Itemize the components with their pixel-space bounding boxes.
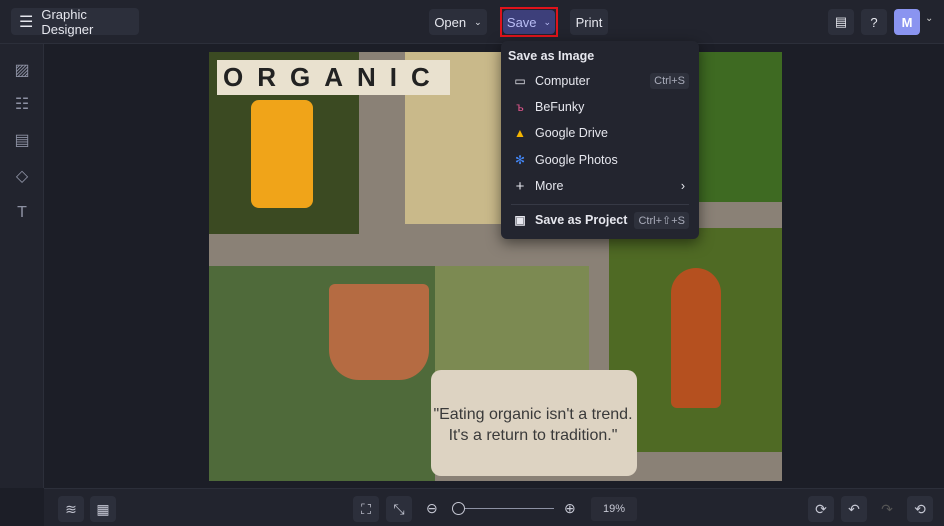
quote-text: "Eating organic isn't a trend. It's a re… (433, 406, 633, 444)
bottom-bar: ≋ ▦ ⛶ ⤡ ⊖ ⊕ 19% ⟳ ↶ ↷ ⟲ (44, 488, 944, 526)
open-label: Open (434, 14, 467, 30)
fit-screen-icon[interactable]: ⛶ (353, 496, 379, 522)
menu-label: Computer (535, 74, 590, 88)
menu-item-google-photos[interactable]: ✻ Google Photos (501, 147, 699, 173)
zoom-out-icon[interactable]: ⊖ (426, 500, 438, 517)
befunky-icon: ъ (516, 100, 524, 114)
zoom-in-icon[interactable]: ⊕ (564, 500, 576, 517)
actual-size-icon[interactable]: ⤡ (386, 496, 412, 522)
image-icon[interactable]: ▨ (12, 61, 32, 81)
divider (511, 204, 689, 205)
layout-icon[interactable]: ▤ (12, 131, 32, 151)
text-icon[interactable]: T (12, 203, 32, 223)
save-label: Save (506, 14, 537, 30)
menu-label: More (535, 179, 564, 193)
undo-icon[interactable]: ↶ (841, 496, 867, 522)
shapes-icon[interactable]: ◇ (12, 167, 32, 187)
menu-item-more[interactable]: + More › (501, 173, 699, 199)
sliders-icon[interactable]: ☷ (12, 95, 32, 115)
chevron-down-icon: ⌄ (543, 16, 552, 27)
avatar[interactable]: M (894, 9, 920, 35)
zoom-value[interactable]: 19% (591, 497, 637, 521)
briefcase-icon: ▣ (514, 213, 526, 227)
oil-photo (699, 52, 782, 202)
menu-label: Google Drive (535, 126, 608, 140)
chevron-down-icon[interactable]: ⌄ (925, 13, 933, 24)
left-sidebar: ▨ ☷ ▤ ◇ T (0, 44, 44, 488)
menu-button[interactable]: ☰ Graphic Designer (11, 6, 139, 37)
menu-item-save-as-project[interactable]: ▣ Save as Project Ctrl+⇧+S (501, 207, 699, 233)
chevron-right-icon: › (680, 179, 685, 193)
redo-icon[interactable]: ↷ (874, 496, 900, 522)
organic-title: ORGANIC (217, 60, 450, 95)
menu-label: BeFunky (535, 100, 585, 114)
history-icon[interactable]: ⟲ (907, 496, 933, 522)
menu-item-computer[interactable]: ▭ Computer Ctrl+S (501, 68, 699, 94)
google-photos-icon: ✻ (514, 153, 526, 167)
menu-label: Save as Project (535, 213, 628, 227)
app-title: Graphic Designer (41, 6, 94, 37)
save-dropdown-menu: Save as Image ▭ Computer Ctrl+S ъ BeFunky ▲… (501, 41, 699, 239)
print-button[interactable]: Print (570, 9, 608, 35)
save-as-image-heading: Save as Image (508, 49, 595, 63)
menu-item-google-drive[interactable]: ▲ Google Drive (501, 120, 699, 146)
help-icon[interactable]: ? (861, 9, 887, 35)
zoom-slider-handle[interactable] (452, 502, 465, 515)
hamburger-icon: ☰ (19, 13, 34, 31)
open-button[interactable]: Open ⌄ (429, 9, 487, 35)
plant-pot (329, 284, 429, 380)
grid-icon[interactable]: ▦ (90, 496, 116, 522)
menu-item-befunky[interactable]: ъ BeFunky (501, 94, 699, 120)
shortcut: Ctrl+S (650, 73, 689, 89)
top-bar: ☰ Graphic Designer Open ⌄ Save ⌄ Print ▤ ?… (0, 0, 944, 44)
google-drive-icon: ▲ (514, 126, 526, 140)
layers-icon[interactable]: ≋ (58, 496, 84, 522)
menu-label: Google Photos (535, 153, 618, 167)
monitor-icon: ▭ (514, 74, 526, 88)
save-button[interactable]: Save ⌄ (503, 10, 555, 34)
plus-icon: + (515, 177, 525, 195)
zoom-slider[interactable] (454, 508, 554, 509)
comments-icon[interactable]: ▤ (828, 9, 854, 35)
chevron-down-icon: ⌄ (474, 16, 482, 27)
refresh-icon[interactable]: ⟳ (808, 496, 834, 522)
shortcut: Ctrl+⇧+S (634, 211, 689, 229)
